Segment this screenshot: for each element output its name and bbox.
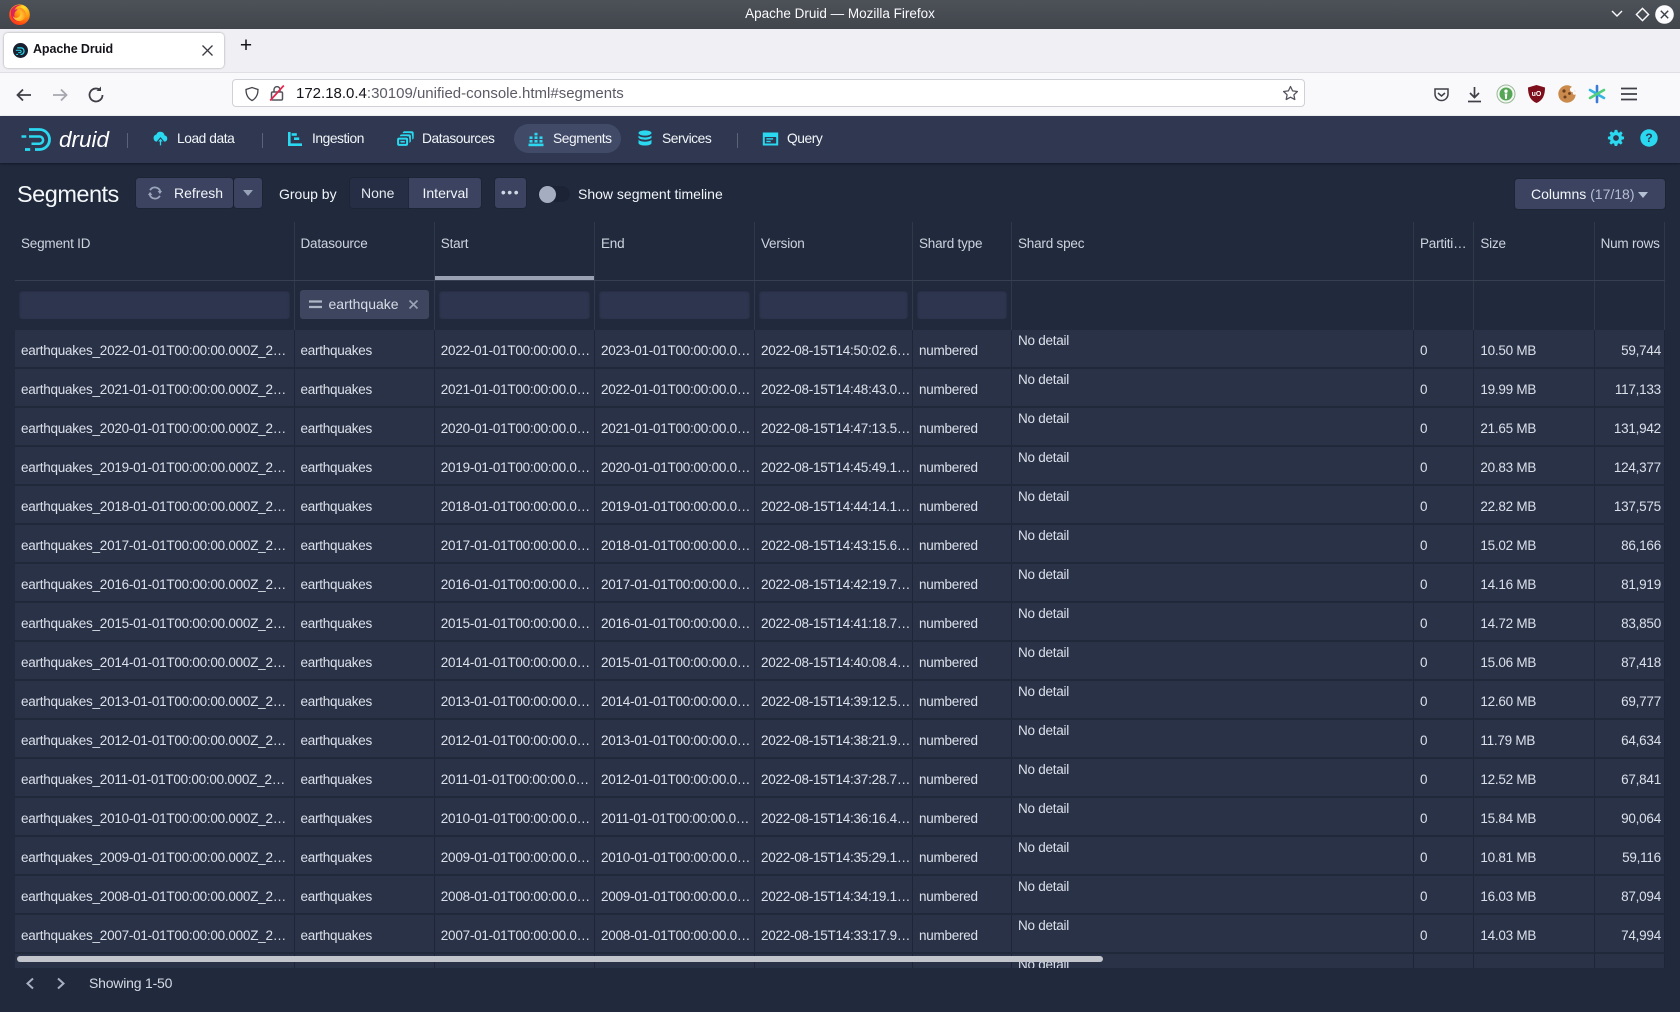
svg-text:uO: uO <box>1532 91 1542 98</box>
svg-text:?: ? <box>1645 131 1652 145</box>
